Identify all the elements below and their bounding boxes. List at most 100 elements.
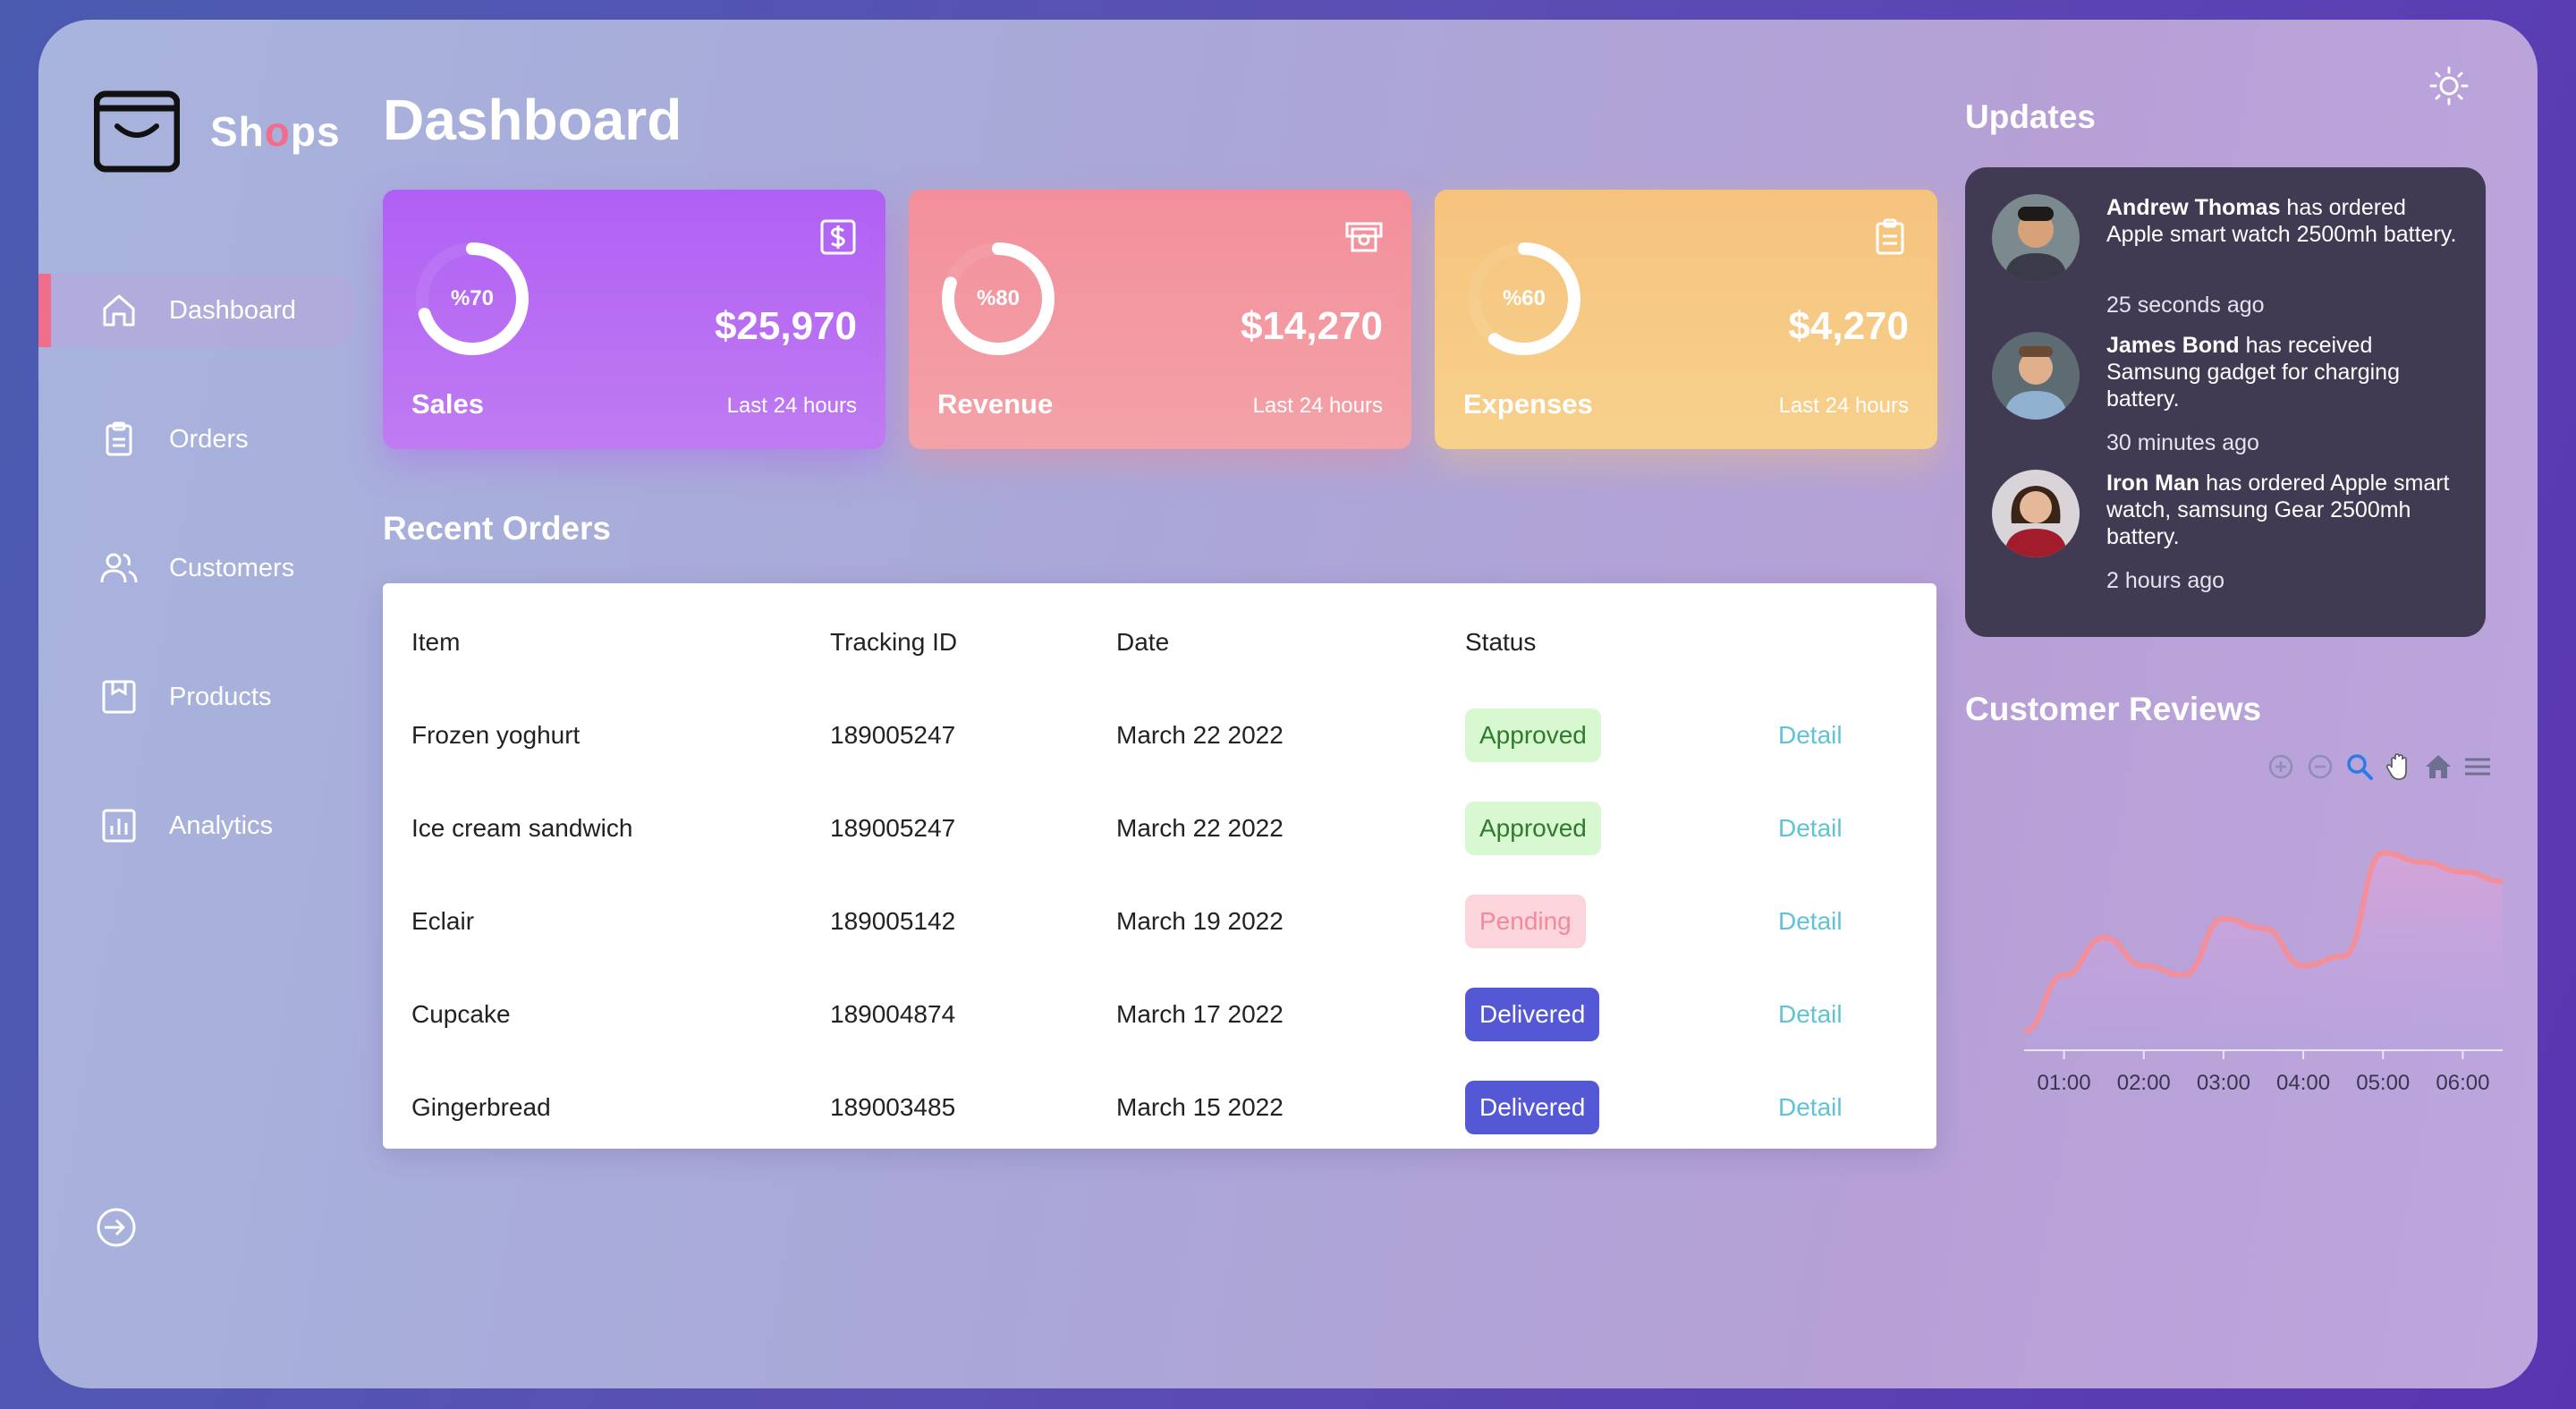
x-tick-label: 05:00 — [2356, 1071, 2410, 1095]
users-icon — [99, 548, 139, 588]
table-header-row: Item Tracking ID Date Status — [383, 596, 1936, 689]
status-badge: Delivered — [1465, 1081, 1600, 1134]
archive-icon — [99, 677, 139, 717]
card-label: Sales — [411, 388, 485, 420]
order-tracking-id: 189004874 — [830, 1000, 956, 1028]
clipboard-icon — [1876, 218, 1904, 255]
x-tick-label: 06:00 — [2436, 1071, 2489, 1095]
app-frame: Shops Dashboard Orders Customers Product… — [38, 20, 2538, 1388]
sales-card[interactable]: %70 $25,970 Sales Last 24 hours — [383, 190, 886, 449]
pan-hand-icon[interactable] — [2384, 751, 2414, 782]
sidebar-item-label: Products — [169, 682, 272, 711]
sidebar-item-orders[interactable]: Orders — [38, 403, 355, 476]
avatar — [1992, 470, 2080, 557]
home-icon — [99, 291, 139, 330]
percent-label: %60 — [1502, 286, 1546, 310]
card-amount: $25,970 — [714, 304, 857, 348]
x-tick-label: 02:00 — [2117, 1071, 2171, 1095]
clipboard-icon — [99, 420, 139, 459]
revenue-card[interactable]: %80 $14,270 Revenue Last 24 hours — [909, 190, 1411, 449]
card-subtitle: Last 24 hours — [726, 394, 857, 418]
avatar — [1992, 332, 2080, 420]
header-date: Date — [1116, 628, 1170, 656]
order-tracking-id: 189005247 — [830, 814, 956, 842]
status-badge: Approved — [1465, 802, 1601, 855]
expenses-card[interactable]: %60 $4,270 Expenses Last 24 hours — [1435, 190, 1937, 449]
status-badge: Delivered — [1465, 988, 1600, 1041]
detail-link[interactable]: Detail — [1778, 907, 1843, 936]
sidebar-item-label: Orders — [169, 424, 249, 454]
update-time: 2 hours ago — [2106, 568, 2225, 593]
update-name: Iron Man — [2106, 471, 2200, 496]
customer-reviews-title: Customer Reviews — [1965, 691, 2262, 727]
chart-toolbar — [2266, 751, 2493, 782]
x-tick-label: 01:00 — [2038, 1071, 2091, 1095]
card-subtitle: Last 24 hours — [1778, 394, 1909, 418]
table-row: Eclair 189005142 March 19 2022 Pending D… — [383, 875, 1936, 968]
header-tracking-id: Tracking ID — [830, 628, 958, 656]
status-badge: Approved — [1465, 709, 1601, 762]
order-date: March 17 2022 — [1116, 1000, 1284, 1028]
table-row: Gingerbread 189003485 March 15 2022 Deli… — [383, 1061, 1936, 1154]
card-amount: $4,270 — [1788, 304, 1909, 348]
card-label: Revenue — [937, 388, 1054, 420]
update-name: Andrew Thomas — [2106, 195, 2281, 220]
sidebar-item-label: Analytics — [169, 811, 274, 840]
menu-icon[interactable] — [2462, 751, 2493, 782]
detail-link[interactable]: Detail — [1778, 1093, 1843, 1122]
order-date: March 22 2022 — [1116, 721, 1284, 749]
customer-reviews-chart: 01:00 02:00 03:00 04:00 05:00 06:00 — [2023, 850, 2504, 1095]
detail-link[interactable]: Detail — [1778, 1000, 1843, 1029]
detail-link[interactable]: Detail — [1778, 814, 1843, 843]
logout-icon[interactable] — [94, 1205, 139, 1250]
order-date: March 22 2022 — [1116, 814, 1284, 842]
order-tracking-id: 189003485 — [830, 1093, 956, 1121]
header-status: Status — [1465, 628, 1537, 656]
order-date: March 15 2022 — [1116, 1093, 1284, 1121]
avatar — [1992, 194, 2080, 282]
order-item: Gingerbread — [411, 1093, 551, 1121]
recent-orders-title: Recent Orders — [383, 510, 611, 547]
card-label: Expenses — [1463, 388, 1593, 420]
sidebar-item-label: Customers — [169, 553, 295, 582]
order-item: Ice cream sandwich — [411, 814, 633, 842]
shop-bag-icon — [93, 87, 181, 173]
order-date: March 19 2022 — [1116, 907, 1284, 935]
sidebar-nav: Dashboard Orders Customers Products Anal… — [38, 274, 355, 918]
table-row: Frozen yoghurt 189005247 March 22 2022 A… — [383, 689, 1936, 782]
detail-link[interactable]: Detail — [1778, 721, 1843, 750]
zoom-select-icon[interactable] — [2344, 751, 2375, 782]
order-item: Eclair — [411, 907, 475, 935]
updates-panel: Andrew Thomas has ordered Apple smart wa… — [1965, 167, 2486, 637]
home-icon[interactable] — [2423, 751, 2453, 782]
card-amount: $14,270 — [1240, 304, 1383, 348]
table-row: Ice cream sandwich 189005247 March 22 20… — [383, 782, 1936, 875]
sidebar-item-products[interactable]: Products — [38, 660, 355, 734]
status-badge: Pending — [1465, 895, 1586, 948]
sidebar-item-analytics[interactable]: Analytics — [38, 789, 355, 862]
updates-title: Updates — [1965, 98, 2096, 135]
page-title: Dashboard — [383, 88, 682, 152]
sun-icon[interactable] — [2428, 64, 2470, 107]
update-time: 30 minutes ago — [2106, 430, 2259, 455]
percent-label: %70 — [450, 286, 495, 310]
percent-label: %80 — [976, 286, 1021, 310]
order-tracking-id: 189005247 — [830, 721, 956, 749]
bar-chart-icon — [99, 806, 139, 845]
order-tracking-id: 189005142 — [830, 907, 956, 935]
zoom-in-icon[interactable] — [2266, 751, 2296, 782]
brand-logo-text: Shops — [210, 108, 341, 155]
sidebar-item-customers[interactable]: Customers — [38, 531, 355, 605]
order-item: Cupcake — [411, 1000, 511, 1028]
dollar-icon — [820, 219, 856, 255]
sidebar-item-label: Dashboard — [169, 295, 296, 325]
x-tick-label: 03:00 — [2197, 1071, 2250, 1095]
header-item: Item — [411, 628, 461, 656]
update-time: 25 seconds ago — [2106, 293, 2265, 318]
chart-area-fill — [2024, 853, 2503, 1050]
order-item: Frozen yoghurt — [411, 721, 580, 749]
orders-table: Item Tracking ID Date Status Frozen yogh… — [383, 583, 1936, 1149]
table-row: Cupcake 189004874 March 17 2022 Delivere… — [383, 968, 1936, 1061]
zoom-out-icon[interactable] — [2305, 751, 2335, 782]
sidebar-item-dashboard[interactable]: Dashboard — [38, 274, 355, 347]
